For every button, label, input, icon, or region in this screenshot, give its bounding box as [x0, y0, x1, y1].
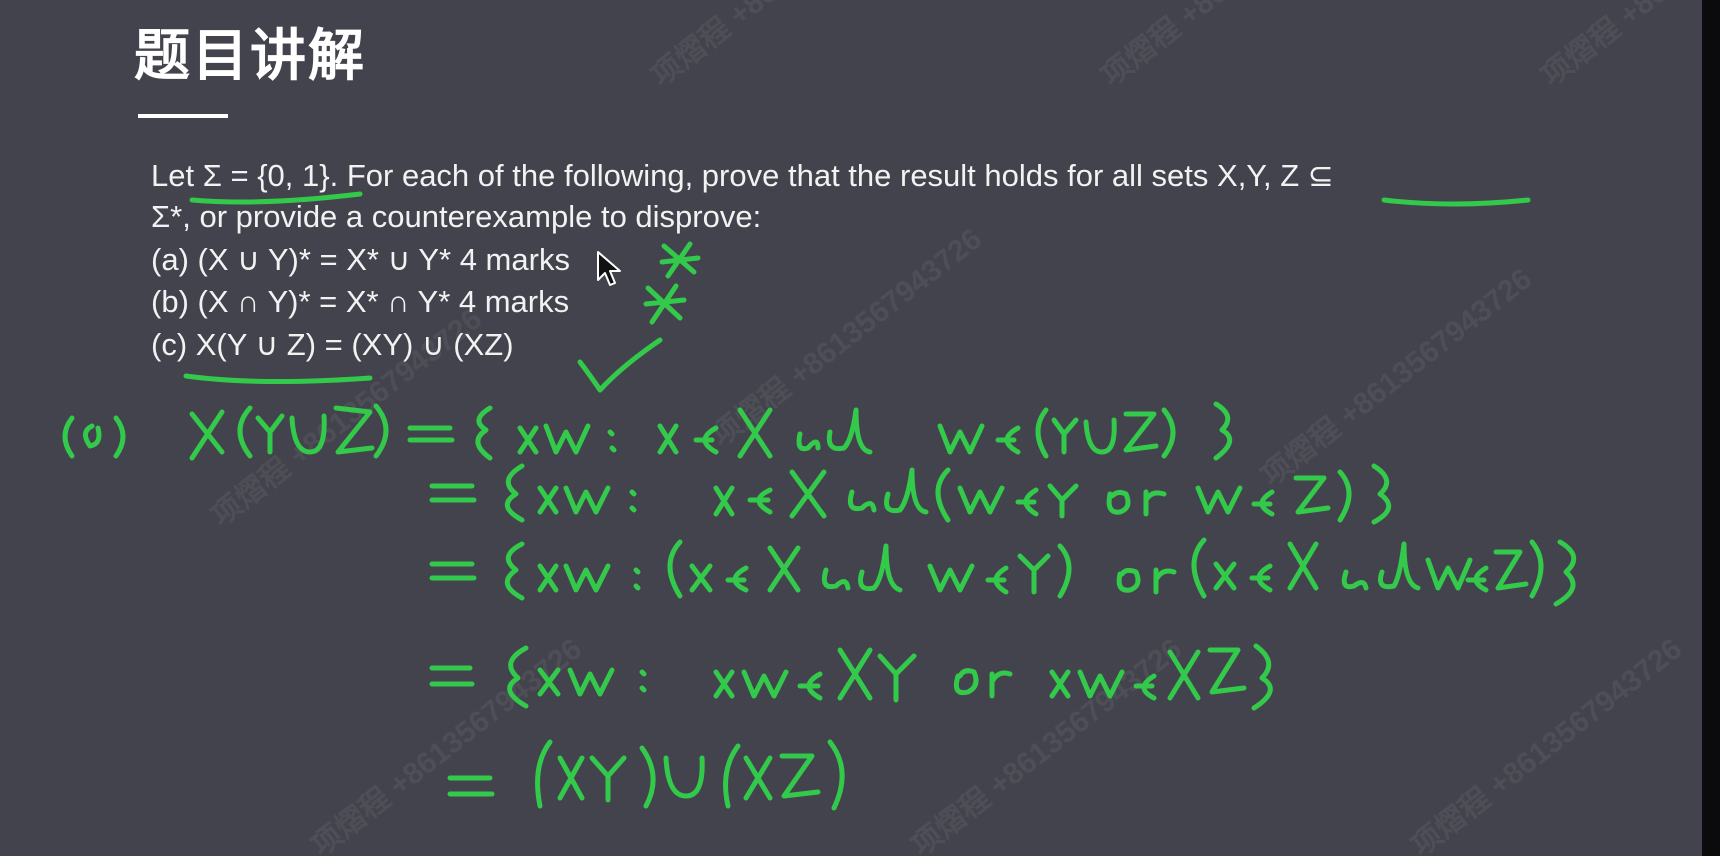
- handwritten-label-c: [62, 415, 126, 459]
- underline-xyz: [1381, 197, 1531, 207]
- check-mark-c: [577, 337, 663, 393]
- handwritten-line-2: [429, 463, 1392, 525]
- mouse-cursor-icon: [597, 251, 621, 286]
- handwritten-line-3: [429, 537, 1577, 607]
- lecture-slide: 题目讲解 Let Σ = {0, 1}. For each of the fol…: [0, 0, 1702, 856]
- underline-part-c: [183, 373, 373, 385]
- frame-edge: [1702, 0, 1720, 856]
- cross-mark-b: [643, 283, 687, 325]
- cross-mark-a: [659, 241, 701, 279]
- handwritten-line-5: [447, 739, 845, 811]
- underline-sigma: [189, 191, 363, 205]
- handwriting-layer: [62, 191, 1577, 811]
- handwritten-line-1: [189, 401, 1233, 461]
- video-frame: 题目讲解 Let Σ = {0, 1}. For each of the fol…: [0, 0, 1720, 856]
- handwritten-line-4: [429, 643, 1273, 711]
